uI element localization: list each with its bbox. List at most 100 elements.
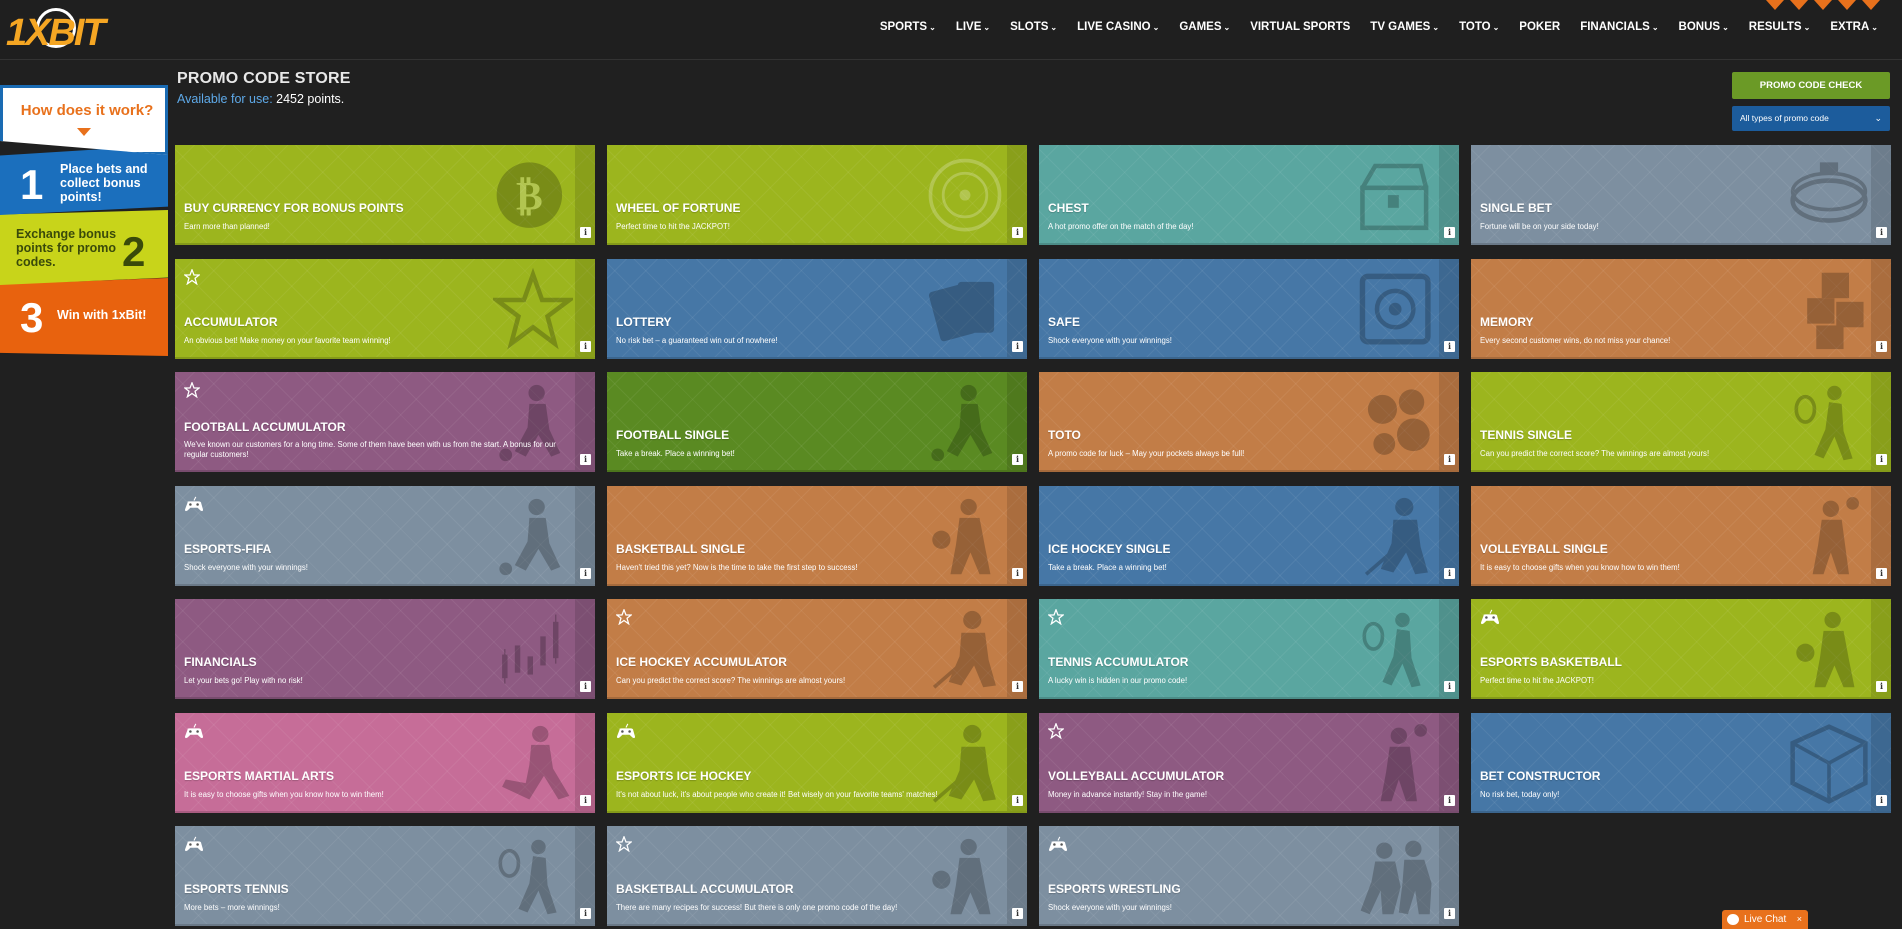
chevron-down-icon: ⌄ [1874,113,1882,123]
main-nav: SPORTS ⌄ LIVE ⌄ SLOTS ⌄ LIVE CASINO ⌄ GAMES ⌄ VIRT… [870,21,1888,33]
info-icon[interactable]: i [1444,227,1455,238]
info-icon[interactable]: i [580,454,591,465]
close-icon[interactable]: × [1797,910,1802,929]
nav-item-financials[interactable]: FINANCIALS ⌄ [1570,21,1668,33]
nav-item-live[interactable]: LIVE ⌄ [946,21,1000,33]
nav-item-bonus[interactable]: BONUS ⌄ [1669,21,1739,33]
promo-card[interactable]: FINANCIALS Let your bets go! Play with no… [175,599,595,699]
promo-card[interactable]: SINGLE BET Fortune will be on your side t… [1471,145,1891,245]
info-icon[interactable]: i [1012,908,1023,919]
nav-item-virtual-sports[interactable]: VIRTUAL SPORTS [1240,21,1360,33]
nav-item-label: GAMES [1179,21,1222,33]
promo-card[interactable]: FOOTBALL SINGLE Take a break. Place a win… [607,372,1027,472]
step-text: Exchange bonus points for promo codes. [16,227,117,269]
info-icon[interactable]: i [1876,454,1887,465]
promo-card[interactable]: LOTTERY No risk bet – a guaranteed win ou… [607,258,1027,359]
info-icon[interactable]: i [580,908,591,919]
badge-flag-icon [1790,0,1808,10]
promo-card[interactable]: TENNIS SINGLE Can you predict the correct… [1471,372,1891,472]
info-icon[interactable]: i [580,567,591,579]
promo-card[interactable]: BASKETBALL ACCUMULATOR There are many rec… [607,826,1027,926]
chevron-down-icon: ⌄ [983,23,991,32]
info-icon[interactable]: i [1876,567,1887,579]
chevron-down-icon: ⌄ [1223,23,1231,32]
card-description: It is easy to choose gifts when you know… [1480,562,1680,572]
nav-item-label: EXTRA [1830,21,1870,33]
nav-item-label: TOTO [1459,21,1491,33]
nav-item-slots[interactable]: SLOTS ⌄ [1000,21,1067,33]
star-icon [614,608,636,629]
card-title: ESPORTS ICE HOCKEY [616,768,752,783]
promo-card[interactable]: MEMORY Every second customer wins, do not… [1471,258,1891,359]
info-icon[interactable]: i [580,340,591,352]
promo-card[interactable]: ₿ BUY CURRENCY FOR BONUS POINTS Earn more … [175,145,595,245]
info-icon[interactable]: i [1876,794,1887,806]
promo-card[interactable]: CHEST A hot promo offer on the match of t… [1039,145,1459,245]
promo-card[interactable]: ESPORTS WRESTLING Shock everyone with you… [1039,826,1459,926]
nav-item-label: LIVE [955,21,982,33]
nav-item-tv-games[interactable]: TV GAMES ⌄ [1360,21,1449,33]
promo-card[interactable]: BASKETBALL SINGLE Haven't tried this yet?… [607,485,1027,586]
info-icon[interactable]: i [1012,227,1023,238]
info-icon[interactable]: i [1012,681,1023,692]
info-icon[interactable]: i [1876,340,1887,352]
how-step-1: 1 Place bets and collect bonus points! [0,145,168,215]
card-title: CHEST [1048,201,1089,215]
star-icon [614,835,636,856]
card-title: WHEEL OF FORTUNE [616,201,741,215]
info-icon[interactable]: i [1012,454,1023,465]
promo-type-select[interactable]: All types of promo code ⌄ [1732,106,1890,131]
nav-item-games[interactable]: GAMES ⌄ [1169,21,1240,33]
info-icon[interactable]: i [1444,908,1455,919]
promo-card[interactable]: BET CONSTRUCTOR No risk bet, today only! i [1471,712,1891,813]
card-title: BASKETBALL SINGLE [616,541,746,556]
promo-card[interactable]: VOLLEYBALL SINGLE It is easy to choose gi… [1471,485,1891,586]
nav-item-toto[interactable]: TOTO ⌄ [1449,21,1509,33]
info-icon[interactable]: i [580,227,591,238]
promo-card[interactable]: ESPORTS TENNIS More bets – more winnings!… [175,826,595,926]
promo-card[interactable]: ACCUMULATOR An obvious bet! Make money on… [175,258,595,359]
info-icon[interactable]: i [580,794,591,806]
chevron-down-icon: ⌄ [1871,23,1878,32]
nav-item-extra[interactable]: EXTRA ⌄ [1820,21,1888,33]
promo-card[interactable]: ESPORTS ICE HOCKEY It's not about luck, i… [607,712,1027,813]
promo-card[interactable]: ICE HOCKEY ACCUMULATOR Can you predict th… [607,599,1027,699]
nav-item-live-casino[interactable]: LIVE CASINO ⌄ [1067,21,1169,33]
chat-bubble-icon [1727,914,1739,925]
promo-card[interactable]: ICE HOCKEY SINGLE Take a break. Place a w… [1039,485,1459,586]
info-icon[interactable]: i [1012,794,1023,806]
card-description: Haven't tried this yet? Now is the time … [616,562,858,572]
card-title: ESPORTS BASKETBALL [1480,655,1623,669]
promo-card[interactable]: VOLLEYBALL ACCUMULATOR Money in advance i… [1039,712,1459,813]
promo-code-check-button[interactable]: PROMO CODE CHECK [1732,72,1890,99]
info-icon[interactable]: i [1012,567,1023,579]
info-icon[interactable]: i [1444,567,1455,579]
promo-card[interactable]: ESPORTS-FIFA Shock everyone with your win… [175,485,595,586]
card-description: Shock everyone with your winnings! [184,562,308,572]
info-icon[interactable]: i [580,681,591,692]
info-icon[interactable]: i [1444,681,1455,692]
card-description: Money in advance instantly! Stay in the … [1048,789,1208,799]
promo-card[interactable]: WHEEL OF FORTUNE Perfect time to hit the … [607,145,1027,245]
info-icon[interactable]: i [1876,227,1887,238]
star-icon [1046,608,1068,629]
info-icon[interactable]: i [1012,340,1023,352]
nav-item-results[interactable]: RESULTS ⌄ [1739,21,1821,33]
chevron-down-icon: ⌄ [1152,23,1160,32]
promo-card[interactable]: ESPORTS BASKETBALL Perfect time to hit th… [1471,599,1891,699]
promo-card[interactable]: TOTO A promo code for luck – May your poc… [1039,372,1459,472]
nav-item-sports[interactable]: SPORTS ⌄ [870,21,946,33]
top-badges [1766,0,1880,10]
info-icon[interactable]: i [1444,794,1455,806]
live-chat-button[interactable]: Live Chat × [1722,910,1808,929]
promo-card[interactable]: SAFE Shock everyone with your winnings! i [1039,258,1459,359]
promo-card[interactable]: ESPORTS MARTIAL ARTS It is easy to choose… [175,712,595,813]
info-icon[interactable]: i [1444,340,1455,352]
promo-card[interactable]: TENNIS ACCUMULATOR A lucky win is hidden … [1039,599,1459,699]
how-heading-box[interactable]: How does it work? [0,85,168,155]
promo-card[interactable]: FOOTBALL ACCUMULATOR We've known our cust… [175,372,595,472]
nav-item-poker[interactable]: POKER [1509,21,1570,33]
site-logo[interactable]: 1XBIT [6,8,106,54]
info-icon[interactable]: i [1876,681,1887,692]
info-icon[interactable]: i [1444,454,1455,465]
